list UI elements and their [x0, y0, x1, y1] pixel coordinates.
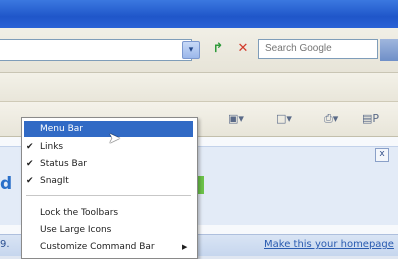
- bottom-left-text: 9.: [0, 239, 10, 250]
- search-input[interactable]: [258, 39, 378, 59]
- chevron-down-icon: ▾: [188, 45, 194, 55]
- submenu-arrow-icon: ▶: [182, 243, 188, 251]
- checkmark-icon: ✔: [26, 176, 34, 186]
- stop-icon: ✕: [237, 41, 249, 56]
- page-icon[interactable]: ▣▾: [228, 112, 244, 125]
- window-titlebar: [0, 0, 398, 28]
- menu-item-label: Customize Command Bar: [40, 242, 155, 252]
- menu-item-label: Menu Bar: [40, 124, 83, 134]
- menu-item-lock-toolbars[interactable]: Lock the Toolbars: [24, 205, 193, 221]
- menu-separator: [26, 195, 191, 196]
- refresh-icon: ↱: [212, 41, 224, 56]
- checkmark-icon: ✔: [26, 142, 34, 152]
- checkmark-icon: ✔: [26, 159, 34, 169]
- refresh-button[interactable]: ↱: [208, 40, 228, 58]
- menu-item-customize-command-bar[interactable]: Customize Command Bar ▶: [24, 239, 193, 255]
- links-toolbar: [0, 73, 398, 102]
- menu-item-label: SnagIt: [40, 176, 69, 186]
- menu-item-status-bar[interactable]: ✔ Status Bar: [24, 156, 193, 172]
- menu-item-label: Status Bar: [40, 159, 87, 169]
- close-icon[interactable]: x: [375, 148, 389, 162]
- address-toolbar: ▾ ↱ ✕: [0, 28, 398, 73]
- page-menu-icon[interactable]: ▤P: [362, 112, 379, 125]
- print-icon[interactable]: ⎙▾: [324, 112, 338, 126]
- partial-heading: d: [0, 174, 13, 194]
- search-button[interactable]: [380, 39, 398, 61]
- minimize-icon[interactable]: □▾: [276, 112, 292, 125]
- menu-item-snagit[interactable]: ✔ SnagIt: [24, 173, 193, 189]
- mouse-cursor-icon: ➤: [108, 129, 121, 147]
- menu-item-label: Lock the Toolbars: [40, 208, 119, 218]
- stop-button[interactable]: ✕: [233, 40, 253, 58]
- menu-item-label: Use Large Icons: [40, 225, 112, 235]
- menu-item-label: Links: [40, 142, 64, 152]
- make-homepage-link[interactable]: Make this your homepage: [264, 239, 394, 250]
- menu-item-large-icons[interactable]: Use Large Icons: [24, 222, 193, 238]
- address-dropdown-button[interactable]: ▾: [182, 41, 200, 59]
- address-field[interactable]: [0, 39, 192, 61]
